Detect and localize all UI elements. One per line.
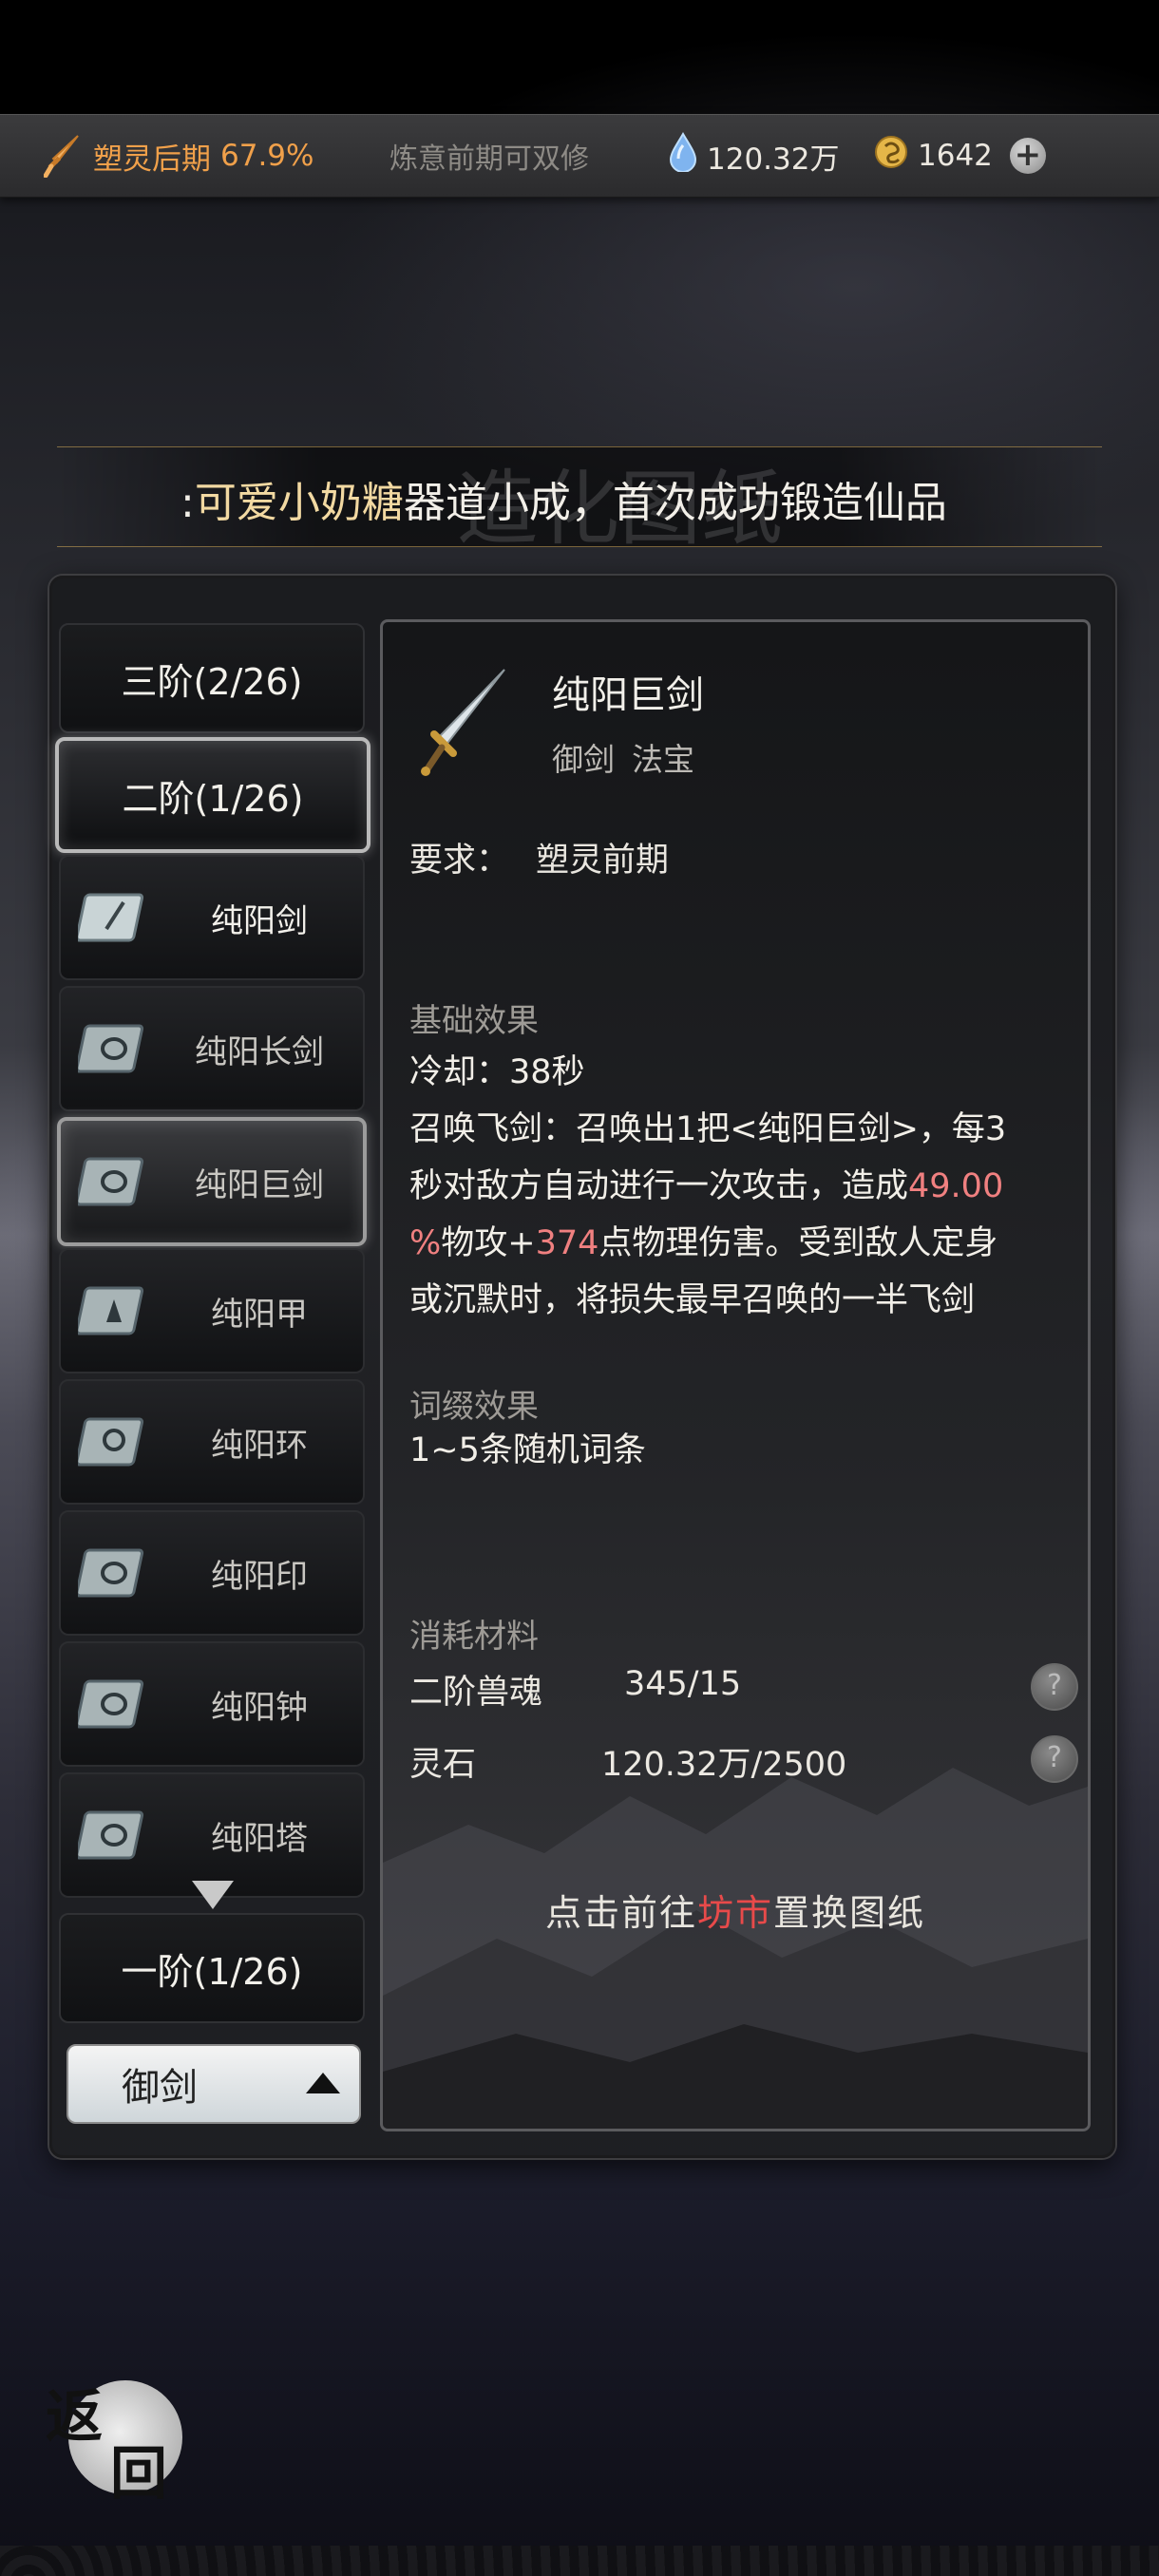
material-name: 二阶兽魂 xyxy=(409,1674,543,1712)
blueprint-tags: 御剑 法宝 xyxy=(552,734,712,780)
material-quantity: 345/15 xyxy=(624,1665,742,1703)
effect-value: 374 xyxy=(535,1224,599,1262)
blueprint-item[interactable]: 纯阳印 xyxy=(59,1510,365,1636)
spirit-stone-counter: 120.32万 xyxy=(669,115,839,197)
blueprint-item-label: 纯阳钟 xyxy=(211,1688,308,1727)
effect-line: 召唤飞剑：召唤出1把<纯阳巨剑>，每3 xyxy=(409,1110,1007,1148)
material-row: 二阶兽魂 345/15 xyxy=(409,1665,1074,1714)
top-status-bar: 塑灵后期 67.9% 炼意前期可双修 120.32万 1642 + xyxy=(0,114,1159,198)
blueprint-tag: 法宝 xyxy=(632,741,694,778)
water-drop-icon xyxy=(669,132,697,180)
scroll-icon xyxy=(78,1024,144,1073)
effect-text: 物攻+ xyxy=(441,1224,536,1262)
requirement-label: 要求： xyxy=(409,842,510,880)
effect-line: %物攻+374点物理伤害。受到敌人定身 xyxy=(409,1215,1084,1272)
blueprint-item[interactable]: 纯阳钟 xyxy=(59,1641,365,1767)
scroll-icon xyxy=(78,1548,144,1598)
announcement-message: 器道小成，首次成功锻造仙品 xyxy=(403,479,947,527)
back-button-char: 回 xyxy=(110,2441,167,2508)
blueprint-item-label: 纯阳巨剑 xyxy=(195,1165,324,1204)
weapon-type-value: 御剑 xyxy=(122,2066,198,2110)
blueprint-item[interactable]: 纯阳塔 xyxy=(59,1772,365,1898)
coin-icon xyxy=(874,135,908,177)
blueprint-item-selected[interactable]: 纯阳巨剑 xyxy=(57,1117,367,1246)
effect-line: 或沉默时，将损失最早召唤的一半飞剑 xyxy=(409,1281,976,1319)
affix-effect-text: 1~5条随机词条 xyxy=(409,1431,646,1469)
back-button-char: 返 xyxy=(46,2384,103,2451)
blueprint-item-label: 纯阳环 xyxy=(211,1426,308,1465)
material-name: 灵石 xyxy=(409,1746,477,1784)
scroll-icon xyxy=(78,893,144,942)
scroll-icon xyxy=(78,1810,144,1860)
spirit-stone-value: 120.32万 xyxy=(707,142,840,177)
blueprint-title: 纯阳巨剑 xyxy=(552,673,704,717)
announcement-text: :可爱小奶糖器道小成，首次成功锻造仙品 xyxy=(180,468,1051,529)
blueprint-item-label: 纯阳甲 xyxy=(211,1295,308,1334)
blueprint-item[interactable]: 纯阳环 xyxy=(59,1379,365,1505)
tier-3-button[interactable]: 三阶(2/26) xyxy=(59,623,365,733)
mountain-backdrop xyxy=(383,1768,1088,2129)
realm-status[interactable]: 塑灵后期 67.9% xyxy=(43,115,314,197)
tier-1-button[interactable]: 一阶(1/26) xyxy=(59,1913,365,2023)
sword-icon xyxy=(43,134,82,179)
blueprint-item-label: 纯阳塔 xyxy=(211,1819,308,1858)
back-button[interactable]: 返 回 xyxy=(42,2361,184,2508)
realm-name: 塑灵后期 xyxy=(93,142,211,177)
scroll-down-icon[interactable] xyxy=(192,1881,234,1909)
blueprint-item-label: 纯阳印 xyxy=(211,1557,308,1596)
scroll-icon xyxy=(78,1157,144,1206)
requirement-value: 塑灵前期 xyxy=(536,842,670,880)
cooldown-text: 冷却：38秒 xyxy=(409,1053,585,1091)
scroll-icon xyxy=(78,1679,144,1729)
blueprint-tag: 御剑 xyxy=(552,741,615,778)
tier-2-button[interactable]: 二阶(1/26) xyxy=(55,737,370,853)
goto-text: 点击前往 xyxy=(544,1892,697,1934)
triangle-up-icon xyxy=(306,2073,340,2093)
affix-effect-title: 词缀效果 xyxy=(409,1388,539,1426)
material-row: 灵石 120.32万/2500 xyxy=(409,1737,1074,1786)
blueprint-item-label: 纯阳剑 xyxy=(211,901,308,940)
effect-text: 秒对敌方自动进行一次攻击，造成 xyxy=(409,1167,909,1205)
materials-title: 消耗材料 xyxy=(409,1618,539,1656)
effect-line: 秒对敌方自动进行一次攻击，造成49.00 xyxy=(409,1158,1084,1215)
blueprint-item-label: 纯阳长剑 xyxy=(195,1032,324,1071)
market-link[interactable]: 坊市 xyxy=(697,1892,773,1934)
scroll-icon xyxy=(78,1417,144,1467)
blueprint-item[interactable]: 纯阳甲 xyxy=(59,1248,365,1373)
blueprint-item[interactable]: 纯阳剑 xyxy=(59,855,365,980)
announcement-marquee: 造化图纸 :可爱小奶糖器道小成，首次成功锻造仙品 xyxy=(57,446,1102,557)
gold-value: 1642 xyxy=(918,139,993,173)
scroll-icon xyxy=(78,1286,144,1335)
effect-text: 点物理伤害。受到敌人定身 xyxy=(598,1224,998,1262)
gold-counter: 1642 + xyxy=(874,115,1055,197)
base-effect-title: 基础效果 xyxy=(409,1002,539,1040)
blueprint-detail: 纯阳巨剑 御剑 法宝 要求： 塑灵前期 基础效果 冷却：38秒 召唤飞剑：召唤出1把… xyxy=(380,619,1091,2131)
effect-description: 召唤飞剑：召唤出1把<纯阳巨剑>，每3 秒对敌方自动进行一次攻击，造成49.00… xyxy=(409,1101,1084,1329)
weapon-type-select[interactable]: 御剑 xyxy=(66,2044,361,2124)
realm-progress: 67.9% xyxy=(220,139,314,173)
requirement: 要求： 塑灵前期 xyxy=(409,833,669,881)
effect-value: 49.00 xyxy=(908,1167,1004,1205)
blueprint-item[interactable]: 纯阳长剑 xyxy=(59,986,365,1111)
effect-value: % xyxy=(409,1224,442,1262)
help-icon[interactable]: ? xyxy=(1031,1735,1078,1783)
giant-sword-icon xyxy=(421,669,505,776)
goto-market: 点击前往坊市置换图纸 xyxy=(383,1884,1088,1936)
plus-icon[interactable]: + xyxy=(1009,138,1046,174)
dual-cultivation-hint: 炼意前期可双修 xyxy=(390,142,589,176)
announcement-player-name: 可爱小奶糖 xyxy=(194,479,404,527)
goto-text: 置换图纸 xyxy=(773,1892,926,1934)
bottom-decoration xyxy=(0,2546,1159,2576)
announcement-prefix: : xyxy=(180,479,195,527)
help-icon[interactable]: ? xyxy=(1031,1663,1078,1711)
material-quantity: 120.32万/2500 xyxy=(601,1746,847,1784)
